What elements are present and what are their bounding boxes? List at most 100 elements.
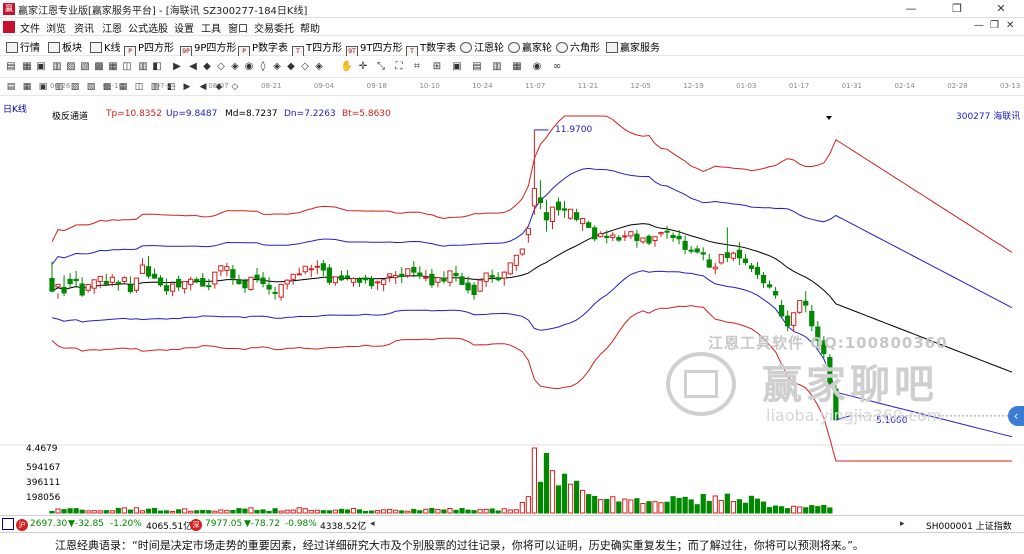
draw-tool-9-icon[interactable]: ◫: [120, 59, 134, 74]
draw-tool-17-icon[interactable]: ◉: [242, 59, 256, 74]
volume-bar: [519, 501, 525, 514]
scroll-right-button[interactable]: ‹: [1008, 406, 1024, 426]
util-tool-3-icon[interactable]: ⤡: [374, 59, 388, 74]
util-tool-10-icon[interactable]: ▦: [510, 59, 524, 74]
toolbar-quotes-button[interactable]: 行情: [6, 39, 40, 54]
toolbar-kline-button[interactable]: K线: [90, 39, 121, 54]
util-tool-7-icon[interactable]: ▣: [450, 59, 464, 74]
util-tool-6-icon[interactable]: ⊞: [430, 59, 444, 74]
candle-body: [549, 206, 556, 223]
draw-tool-8-icon[interactable]: ▦: [106, 59, 120, 74]
draw-tool-6-icon[interactable]: ▧: [78, 59, 92, 74]
app-menu-icon[interactable]: [3, 21, 15, 33]
draw-tool-22-icon[interactable]: ◈: [312, 59, 326, 74]
menu-trade[interactable]: 交易委托: [254, 20, 294, 35]
date-tick: 07-24: [155, 82, 176, 90]
draw-tool-1-icon[interactable]: ▤: [4, 59, 18, 74]
util-tool-9-icon[interactable]: ▥: [490, 59, 504, 74]
draw-tool-7-icon[interactable]: ▩: [92, 59, 106, 74]
volume-bar: [567, 483, 574, 514]
draw-tool-19-icon[interactable]: ◈: [270, 59, 284, 74]
indicator-dn: Dn=7.2263: [284, 109, 336, 119]
candle-body: [435, 277, 441, 283]
draw-tool-3-icon[interactable]: ▣: [34, 59, 48, 74]
indicator-tool-12-icon[interactable]: ▶: [180, 80, 194, 94]
toolbar-service-button[interactable]: 赢家服务: [606, 39, 660, 54]
toolbar-p-table-button[interactable]: P P数字表: [238, 39, 288, 57]
service-icon: [606, 42, 618, 53]
volume-bar: [561, 473, 568, 514]
toolbar-gann-wheel-button[interactable]: 江恩轮: [460, 39, 504, 54]
util-tool-8-icon[interactable]: ▤: [470, 59, 484, 74]
draw-tool-21-icon[interactable]: ◇: [298, 59, 312, 74]
draw-tool-11-icon[interactable]: ◧: [150, 59, 164, 74]
draw-tool-14-icon[interactable]: ◆: [200, 59, 214, 74]
toolbar-block-button[interactable]: 板块: [48, 39, 82, 54]
shenzhen-index-value: 7977.05: [205, 519, 243, 529]
toolbar-t-table-button[interactable]: T T数字表: [406, 39, 456, 57]
hexagon-icon: [556, 42, 568, 53]
draw-tool-12-icon[interactable]: ▶: [170, 59, 184, 74]
maximize-button[interactable]: ❐: [934, 0, 980, 18]
draw-tool-5-icon[interactable]: ▨: [64, 59, 78, 74]
toolbar-9p-square-button[interactable]: 9P 9P四方形: [180, 39, 236, 57]
volume-bar: [200, 509, 206, 514]
menu-formula[interactable]: 公式选股: [128, 20, 168, 35]
menu-gann[interactable]: 江恩: [102, 20, 122, 35]
date-tick: 09-18: [366, 82, 387, 90]
indicator-tool-2-icon[interactable]: ▦: [20, 80, 34, 94]
indicator-tool-15-icon[interactable]: ◇: [228, 80, 242, 94]
volume-bar: [121, 507, 127, 514]
mdi-close-button[interactable]: ✕: [1006, 20, 1014, 31]
candle-body: [194, 278, 200, 282]
draw-tool-20-icon[interactable]: ◆: [284, 59, 298, 74]
draw-tool-15-icon[interactable]: ◇: [214, 59, 228, 74]
candle-body: [103, 280, 109, 285]
volume-bar: [254, 509, 260, 514]
util-tool-12-icon[interactable]: ∞: [550, 59, 564, 74]
draw-tool-4-icon[interactable]: ▥: [50, 59, 64, 74]
kline-chart[interactable]: 日K线 极反通道 Tp=10.8352 Up=9.8487 Md=8.7237 …: [0, 96, 1024, 515]
toolbar-hexagon-button[interactable]: 六角形: [556, 39, 600, 54]
volume-scale-2: 396111: [26, 478, 61, 488]
mdi-minimize-button[interactable]: —: [974, 20, 984, 31]
volume-bar: [742, 502, 749, 514]
candle-body: [163, 285, 170, 292]
toolbar-9t-square-button[interactable]: 9T 9T四方形: [346, 39, 402, 57]
menu-window[interactable]: 窗口: [228, 20, 248, 35]
minimize-button[interactable]: —: [888, 0, 934, 18]
util-tool-1-icon[interactable]: ✋: [340, 59, 354, 74]
candle-body: [296, 273, 302, 276]
volume-bar: [694, 504, 700, 514]
grid-icon[interactable]: [2, 518, 14, 530]
util-tool-2-icon[interactable]: ✛: [356, 59, 370, 74]
indicator-tool-1-icon[interactable]: ▤: [4, 80, 18, 94]
mdi-restore-button[interactable]: ❐: [990, 20, 999, 31]
menu-info[interactable]: 资讯: [74, 20, 94, 35]
draw-tool-13-icon[interactable]: ◀: [186, 59, 200, 74]
status-index-name[interactable]: SH000001 上证指数: [926, 519, 1012, 532]
scroll-left-icon[interactable]: ◂: [370, 519, 375, 529]
draw-tool-18-icon[interactable]: ◊: [256, 59, 270, 74]
menu-help[interactable]: 帮助: [300, 20, 320, 35]
draw-tool-16-icon[interactable]: ◈: [228, 59, 242, 74]
indicator-tool-3-icon[interactable]: ▣: [36, 80, 50, 94]
toolbar-winner-wheel-button[interactable]: 赢家轮: [508, 39, 552, 54]
menu-settings[interactable]: 设置: [174, 20, 194, 35]
toolbar-t-square-button[interactable]: T T四方形: [292, 39, 342, 57]
draw-tool-10-icon[interactable]: ▥: [136, 59, 150, 74]
toolbar-p-square-button[interactable]: P P四方形: [124, 39, 174, 57]
util-tool-5-icon[interactable]: ⌗: [410, 59, 424, 74]
util-tool-11-icon[interactable]: ◉: [530, 59, 544, 74]
scroll-right-icon[interactable]: ▸: [900, 519, 905, 529]
menu-browse[interactable]: 浏览: [46, 20, 66, 35]
menu-file[interactable]: 文件: [20, 20, 40, 35]
indicator-tool-9-icon[interactable]: ◫: [132, 80, 146, 94]
volume-bar: [634, 498, 640, 514]
close-button[interactable]: ✕: [978, 0, 1024, 18]
draw-tool-2-icon[interactable]: ▦: [20, 59, 34, 74]
indicator-tool-6-icon[interactable]: ▧: [84, 80, 98, 94]
util-tool-4-icon[interactable]: ⛶: [392, 59, 406, 74]
shenzhen-index-icon: 深: [190, 519, 202, 531]
menu-tools[interactable]: 工具: [201, 20, 221, 35]
